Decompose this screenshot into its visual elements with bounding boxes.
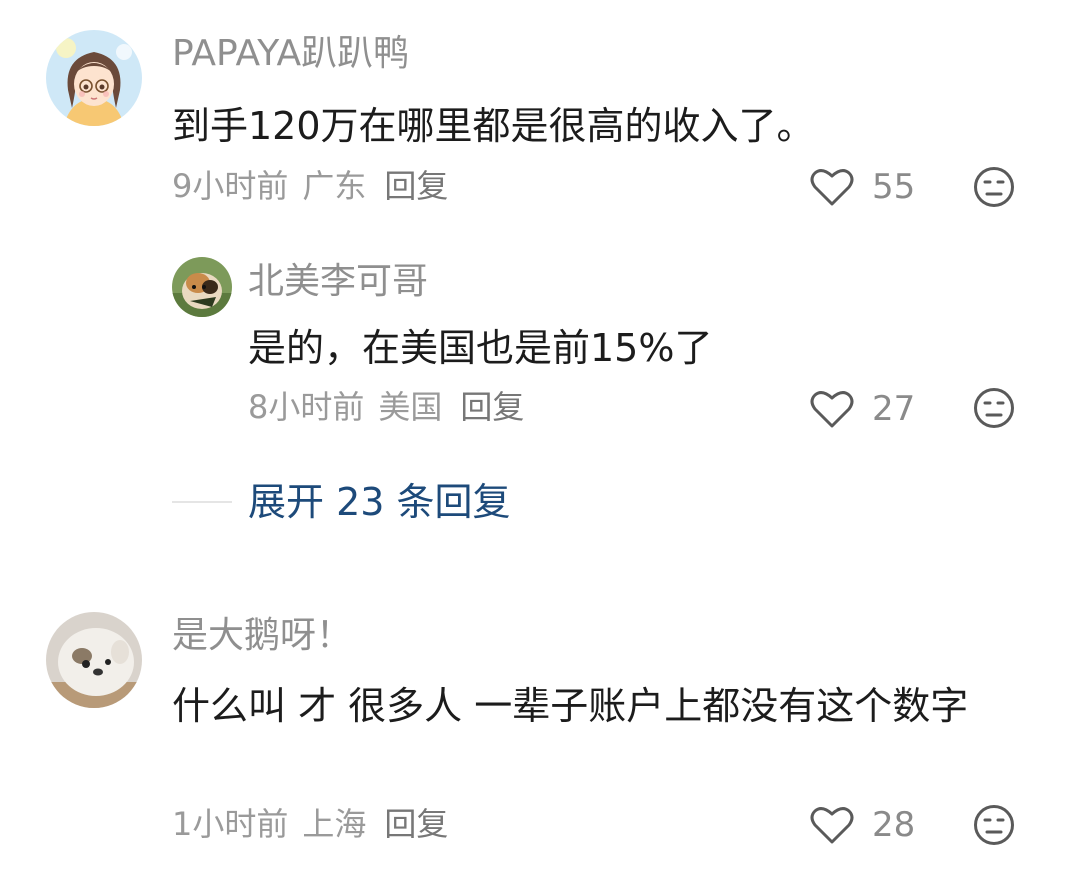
reply-button[interactable]: 回复: [384, 805, 448, 843]
expand-replies-button[interactable]: 展开 23 条回复: [248, 478, 511, 526]
like-button[interactable]: 55: [810, 165, 915, 209]
reply-location: 美国: [378, 388, 443, 426]
comment-section: PAPAYA趴趴鸭 到手120万在哪里都是很高的收入了。 9小时前 广东 回复 55…: [0, 0, 1080, 878]
reply-button[interactable]: 回复: [460, 388, 524, 426]
reply-button[interactable]: 回复: [384, 167, 448, 205]
dislike-face-icon[interactable]: [973, 166, 1015, 208]
heart-icon: [810, 169, 854, 206]
avatar[interactable]: [172, 257, 232, 317]
puppy-avatar-icon: [46, 612, 142, 708]
comment-location: 上海: [302, 805, 367, 843]
reply-username[interactable]: 北美李可哥: [248, 260, 428, 304]
like-button[interactable]: 28: [810, 803, 915, 847]
heart-icon: [810, 391, 854, 428]
comment-meta: 9小时前 广东 回复: [172, 166, 462, 206]
hamster-avatar-icon: [172, 257, 232, 317]
comment-text: 什么叫 才 很多人 一辈子账户上都没有这个数字: [172, 684, 969, 728]
reply-time: 8小时前: [248, 388, 365, 426]
dislike-face-icon[interactable]: [973, 804, 1015, 846]
anime-girl-avatar-icon: [46, 30, 142, 126]
avatar[interactable]: [46, 30, 142, 126]
avatar[interactable]: [46, 612, 142, 708]
like-count: 55: [872, 167, 916, 207]
comment-username[interactable]: 是大鹅呀！: [172, 614, 352, 658]
comment-username[interactable]: PAPAYA趴趴鸭: [172, 32, 409, 76]
comment-time: 1小时前: [172, 805, 289, 843]
expand-divider: [172, 501, 232, 503]
heart-icon: [810, 807, 854, 844]
comment-meta: 1小时前 上海 回复: [172, 804, 462, 844]
comment-location: 广东: [302, 167, 367, 205]
dislike-face-icon[interactable]: [973, 387, 1015, 429]
like-button[interactable]: 27: [810, 387, 915, 431]
comment-time: 9小时前: [172, 167, 289, 205]
reply-text: 是的，在美国也是前15%了: [248, 326, 713, 370]
comment-text: 到手120万在哪里都是很高的收入了。: [172, 104, 815, 148]
like-count: 28: [872, 805, 916, 845]
like-count: 27: [872, 389, 916, 429]
reply-meta: 8小时前 美国 回复: [248, 387, 538, 427]
